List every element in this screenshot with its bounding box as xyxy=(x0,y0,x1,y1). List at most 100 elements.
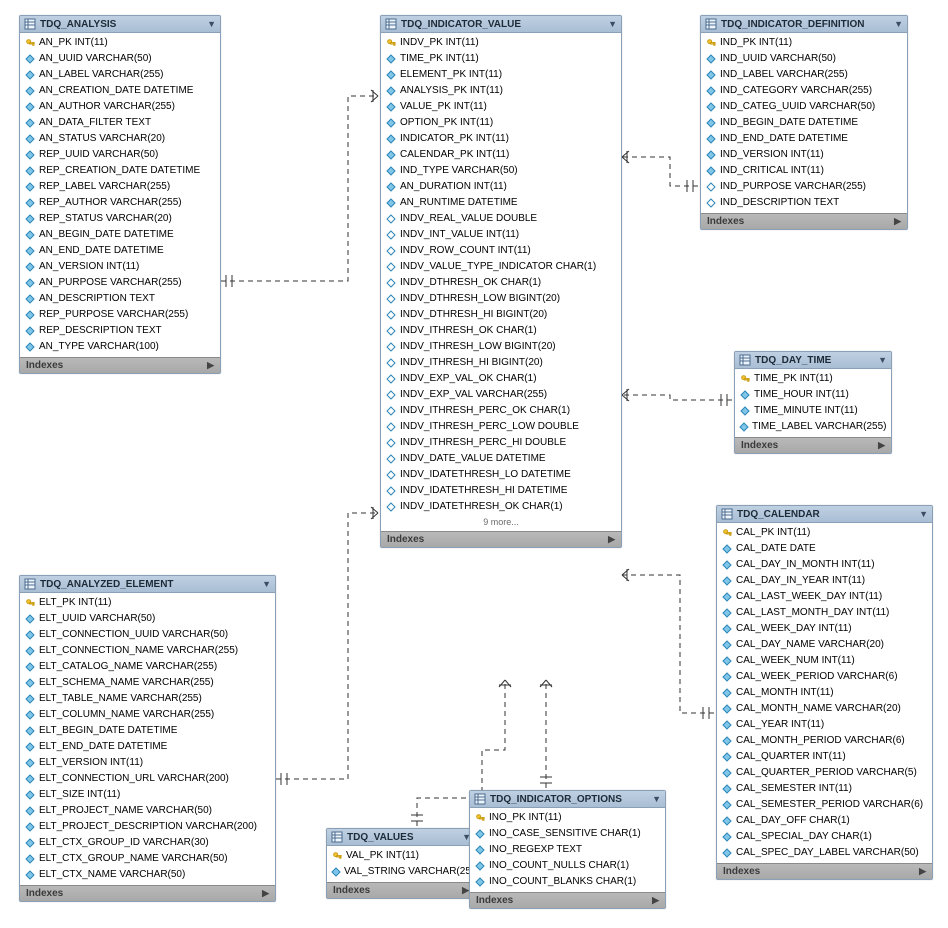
column-row[interactable]: IND_CATEGORY VARCHAR(255) xyxy=(701,83,907,99)
column-row[interactable]: CAL_DAY_IN_MONTH INT(11) xyxy=(717,557,932,573)
table-tdq-calendar[interactable]: TDQ_CALENDAR▼CAL_PK INT(11)CAL_DATE DATE… xyxy=(716,505,933,880)
column-row[interactable]: CAL_QUARTER INT(11) xyxy=(717,749,932,765)
triangle-down-icon[interactable]: ▼ xyxy=(207,19,216,29)
column-row[interactable]: IND_UUID VARCHAR(50) xyxy=(701,51,907,67)
table-tdq-indicator-definition[interactable]: TDQ_INDICATOR_DEFINITION▼IND_PK INT(11)I… xyxy=(700,15,908,230)
column-row[interactable]: ELT_CONNECTION_URL VARCHAR(200) xyxy=(20,771,275,787)
column-row[interactable]: INO_REGEXP TEXT xyxy=(470,842,665,858)
column-row[interactable]: CAL_PK INT(11) xyxy=(717,525,932,541)
indexes-section[interactable]: Indexes▶ xyxy=(470,892,665,908)
column-row[interactable]: AN_END_DATE DATETIME xyxy=(20,243,220,259)
column-row[interactable]: INDICATOR_PK INT(11) xyxy=(381,131,621,147)
column-row[interactable]: CAL_LAST_MONTH_DAY INT(11) xyxy=(717,605,932,621)
column-row[interactable]: ELT_CTX_GROUP_NAME VARCHAR(50) xyxy=(20,851,275,867)
triangle-down-icon[interactable]: ▼ xyxy=(919,509,928,519)
column-row[interactable]: CAL_MONTH INT(11) xyxy=(717,685,932,701)
column-row[interactable]: INDV_ITHRESH_HI BIGINT(20) xyxy=(381,355,621,371)
table-header[interactable]: TDQ_INDICATOR_OPTIONS▼ xyxy=(470,791,665,808)
column-row[interactable]: IND_BEGIN_DATE DATETIME xyxy=(701,115,907,131)
column-row[interactable]: CAL_SEMESTER_PERIOD VARCHAR(6) xyxy=(717,797,932,813)
column-row[interactable]: IND_CATEG_UUID VARCHAR(50) xyxy=(701,99,907,115)
column-row[interactable]: TIME_LABEL VARCHAR(255) xyxy=(735,419,891,435)
column-row[interactable]: IND_DESCRIPTION TEXT xyxy=(701,195,907,211)
column-row[interactable]: CAL_WEEK_PERIOD VARCHAR(6) xyxy=(717,669,932,685)
column-row[interactable]: ELT_UUID VARCHAR(50) xyxy=(20,611,275,627)
indexes-section[interactable]: Indexes▶ xyxy=(327,882,475,898)
triangle-right-icon[interactable]: ▶ xyxy=(894,216,901,227)
column-row[interactable]: CAL_DAY_OFF CHAR(1) xyxy=(717,813,932,829)
table-header[interactable]: TDQ_VALUES▼ xyxy=(327,829,475,846)
column-row[interactable]: VAL_PK INT(11) xyxy=(327,848,475,864)
column-row[interactable]: CAL_SEMESTER INT(11) xyxy=(717,781,932,797)
column-row[interactable]: CAL_DATE DATE xyxy=(717,541,932,557)
column-row[interactable]: CAL_SPECIAL_DAY CHAR(1) xyxy=(717,829,932,845)
column-row[interactable]: INDV_REAL_VALUE DOUBLE xyxy=(381,211,621,227)
table-tdq-indicator-options[interactable]: TDQ_INDICATOR_OPTIONS▼ INO_PK INT(11) INO_… xyxy=(469,790,666,909)
column-row[interactable]: ELT_PROJECT_DESCRIPTION VARCHAR(200) xyxy=(20,819,275,835)
triangle-right-icon[interactable]: ▶ xyxy=(608,534,615,545)
triangle-down-icon[interactable]: ▼ xyxy=(262,579,271,589)
more-indicator[interactable]: 9 more... xyxy=(381,515,621,529)
table-header[interactable]: TDQ_ANALYZED_ELEMENT▼ xyxy=(20,576,275,593)
column-row[interactable]: INDV_IDATETHRESH_HI DATETIME xyxy=(381,483,621,499)
triangle-down-icon[interactable]: ▼ xyxy=(652,794,661,804)
column-row[interactable]: IND_PK INT(11) xyxy=(701,35,907,51)
column-row[interactable]: INDV_DATE_VALUE DATETIME xyxy=(381,451,621,467)
column-row[interactable]: IND_CRITICAL INT(11) xyxy=(701,163,907,179)
column-row[interactable]: INDV_ITHRESH_PERC_LOW DOUBLE xyxy=(381,419,621,435)
column-row[interactable]: INDV_EXP_VAL_OK CHAR(1) xyxy=(381,371,621,387)
column-row[interactable]: CAL_QUARTER_PERIOD VARCHAR(5) xyxy=(717,765,932,781)
column-row[interactable]: AN_PURPOSE VARCHAR(255) xyxy=(20,275,220,291)
triangle-right-icon[interactable]: ▶ xyxy=(262,888,269,899)
column-row[interactable]: ELT_COLUMN_NAME VARCHAR(255) xyxy=(20,707,275,723)
column-row[interactable]: AN_DESCRIPTION TEXT xyxy=(20,291,220,307)
column-row[interactable]: IND_LABEL VARCHAR(255) xyxy=(701,67,907,83)
column-row[interactable]: VAL_STRING VARCHAR(255) xyxy=(327,864,475,880)
table-tdq-analysis[interactable]: TDQ_ANALYSIS▼AN_PK INT(11)AN_UUID VARCHA… xyxy=(19,15,221,374)
column-row[interactable]: INDV_PK INT(11) xyxy=(381,35,621,51)
column-row[interactable]: IND_VERSION INT(11) xyxy=(701,147,907,163)
column-row[interactable]: INDV_ITHRESH_PERC_HI DOUBLE xyxy=(381,435,621,451)
indexes-section[interactable]: Indexes▶ xyxy=(20,357,220,373)
column-row[interactable]: ELT_BEGIN_DATE DATETIME xyxy=(20,723,275,739)
column-row[interactable]: CAL_LAST_WEEK_DAY INT(11) xyxy=(717,589,932,605)
column-row[interactable]: TIME_PK INT(11) xyxy=(381,51,621,67)
column-row[interactable]: INDV_ITHRESH_OK CHAR(1) xyxy=(381,323,621,339)
column-row[interactable]: ELT_PROJECT_NAME VARCHAR(50) xyxy=(20,803,275,819)
column-row[interactable]: INDV_ITHRESH_LOW BIGINT(20) xyxy=(381,339,621,355)
triangle-right-icon[interactable]: ▶ xyxy=(919,866,926,877)
column-row[interactable]: CAL_DAY_NAME VARCHAR(20) xyxy=(717,637,932,653)
column-row[interactable]: AN_TYPE VARCHAR(100) xyxy=(20,339,220,355)
column-row[interactable]: CALENDAR_PK INT(11) xyxy=(381,147,621,163)
indexes-section[interactable]: Indexes▶ xyxy=(381,531,621,547)
table-tdq-values[interactable]: TDQ_VALUES▼ VAL_PK INT(11)VAL_STRING VARC… xyxy=(326,828,476,899)
column-row[interactable]: CAL_DAY_IN_YEAR INT(11) xyxy=(717,573,932,589)
column-row[interactable]: INDV_DTHRESH_LOW BIGINT(20) xyxy=(381,291,621,307)
table-tdq-day-time[interactable]: TDQ_DAY_TIME▼TIME_PK INT(11)TIME_HOUR IN… xyxy=(734,351,892,454)
column-row[interactable]: CAL_SPEC_DAY_LABEL VARCHAR(50) xyxy=(717,845,932,861)
column-row[interactable]: CAL_MONTH_NAME VARCHAR(20) xyxy=(717,701,932,717)
column-row[interactable]: INO_COUNT_NULLS CHAR(1) xyxy=(470,858,665,874)
column-row[interactable]: AN_BEGIN_DATE DATETIME xyxy=(20,227,220,243)
column-row[interactable]: AN_STATUS VARCHAR(20) xyxy=(20,131,220,147)
column-row[interactable]: TIME_PK INT(11) xyxy=(735,371,891,387)
indexes-section[interactable]: Indexes▶ xyxy=(735,437,891,453)
column-row[interactable]: ELT_END_DATE DATETIME xyxy=(20,739,275,755)
column-row[interactable]: INDV_DTHRESH_OK CHAR(1) xyxy=(381,275,621,291)
column-row[interactable]: INO_COUNT_BLANKS CHAR(1) xyxy=(470,874,665,890)
column-row[interactable]: ELT_PK INT(11) xyxy=(20,595,275,611)
table-tdq-indicator-value[interactable]: TDQ_INDICATOR_VALUE▼INDV_PK INT(11)TIME_… xyxy=(380,15,622,548)
column-row[interactable]: REP_UUID VARCHAR(50) xyxy=(20,147,220,163)
column-row[interactable]: AN_RUNTIME DATETIME xyxy=(381,195,621,211)
column-row[interactable]: OPTION_PK INT(11) xyxy=(381,115,621,131)
column-row[interactable]: ELT_TABLE_NAME VARCHAR(255) xyxy=(20,691,275,707)
column-row[interactable]: AN_CREATION_DATE DATETIME xyxy=(20,83,220,99)
column-row[interactable]: INO_PK INT(11) xyxy=(470,810,665,826)
table-header[interactable]: TDQ_INDICATOR_DEFINITION▼ xyxy=(701,16,907,33)
column-row[interactable]: INDV_ITHRESH_PERC_OK CHAR(1) xyxy=(381,403,621,419)
column-row[interactable]: IND_TYPE VARCHAR(50) xyxy=(381,163,621,179)
table-header[interactable]: TDQ_DAY_TIME▼ xyxy=(735,352,891,369)
column-row[interactable]: TIME_MINUTE INT(11) xyxy=(735,403,891,419)
column-row[interactable]: AN_AUTHOR VARCHAR(255) xyxy=(20,99,220,115)
column-row[interactable]: IND_PURPOSE VARCHAR(255) xyxy=(701,179,907,195)
